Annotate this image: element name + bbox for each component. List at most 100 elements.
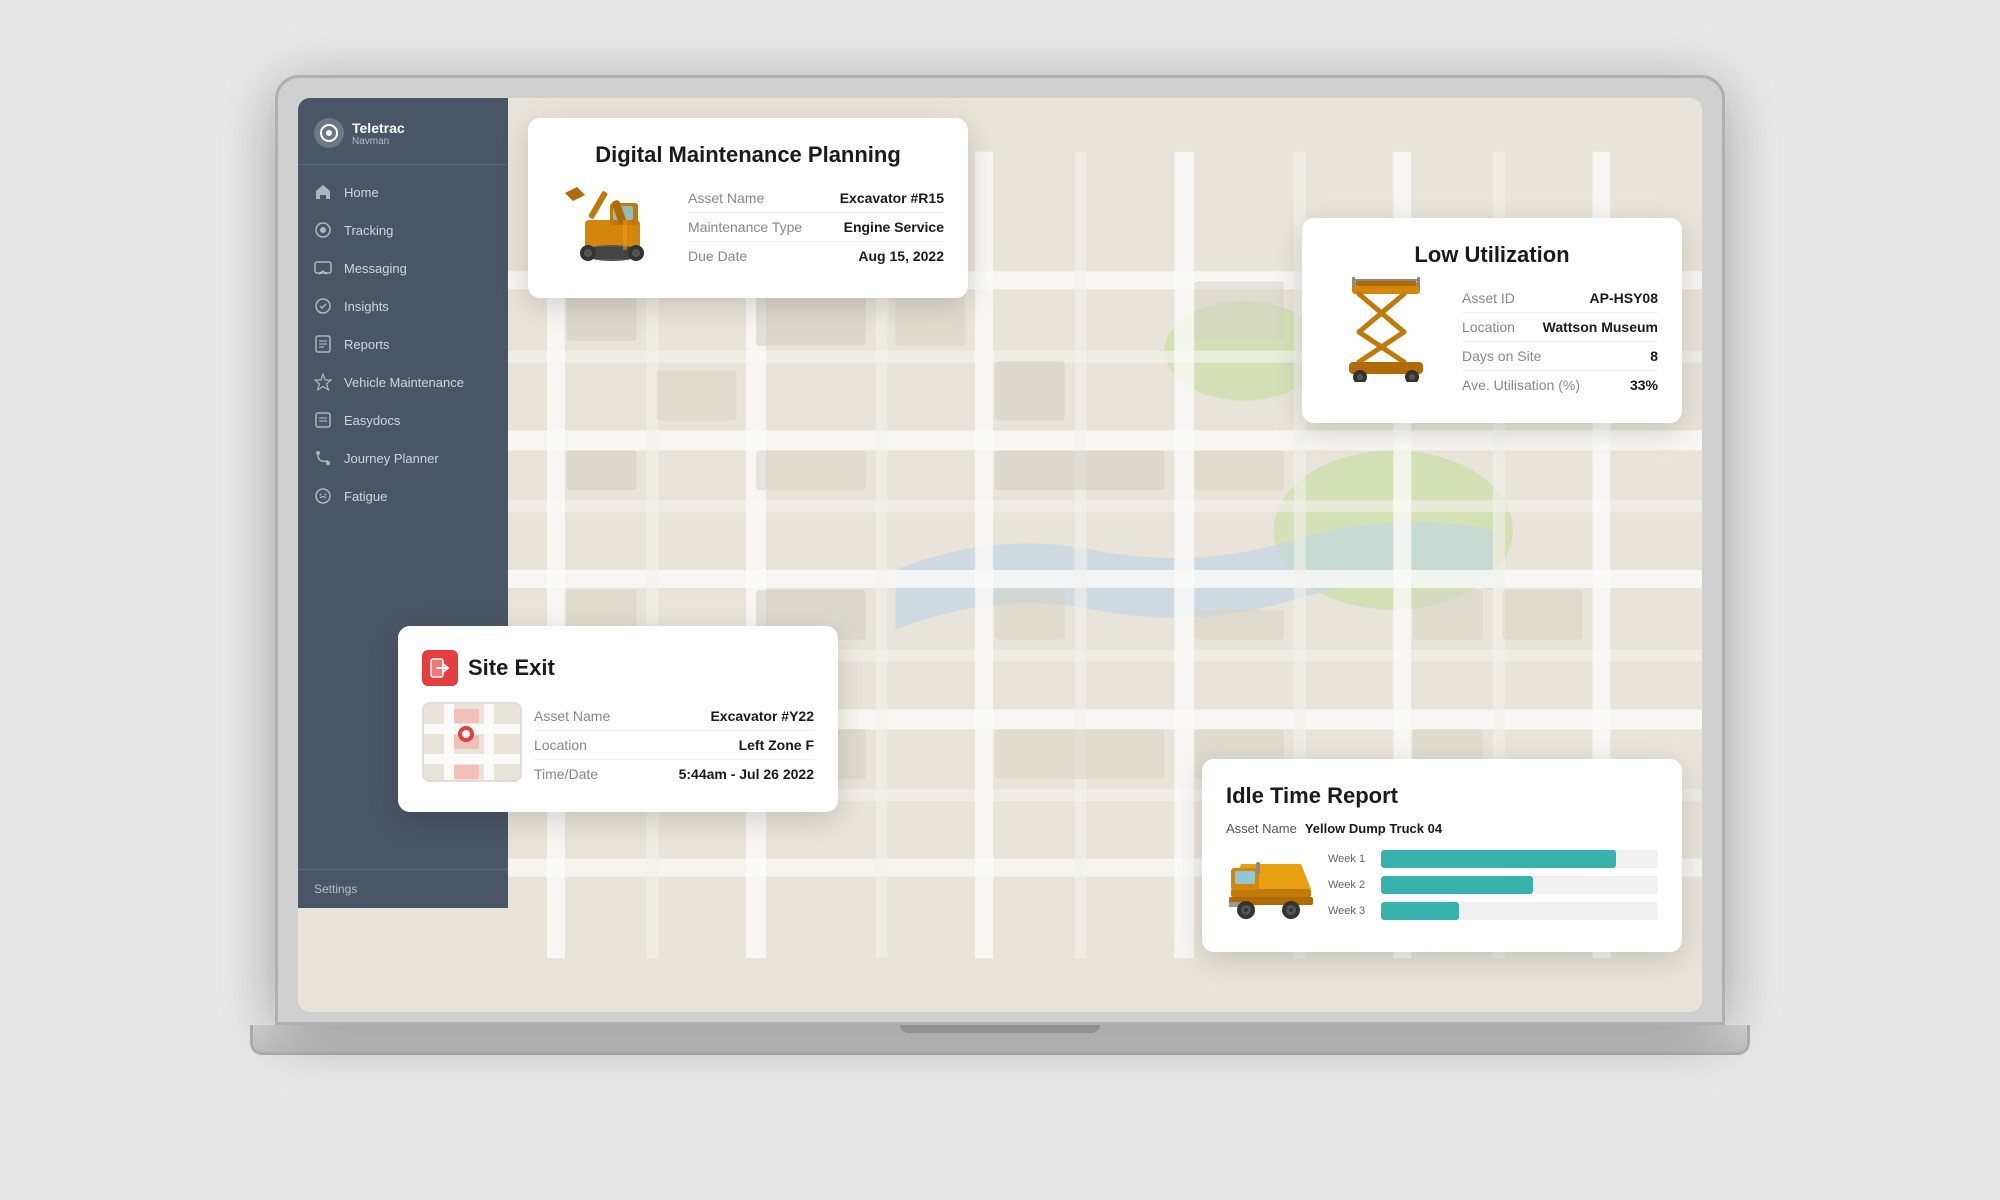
- site-exit-header: Site Exit: [422, 650, 814, 686]
- site-time-row: Time/Date 5:44am - Jul 26 2022: [534, 760, 814, 788]
- nav-vehicle-maintenance[interactable]: Vehicle Maintenance: [298, 363, 508, 401]
- scissor-lift-svg: [1344, 277, 1429, 382]
- laptop-base-notch: [900, 1025, 1100, 1033]
- site-exit-card: Site Exit: [398, 626, 838, 812]
- utilisation-value: 33%: [1630, 377, 1658, 393]
- screen-content: Teletrac Navman Home: [298, 98, 1702, 1012]
- week1-label: Week 1: [1328, 853, 1373, 865]
- asset-name-value: Excavator #R15: [840, 190, 944, 206]
- nav-fatigue[interactable]: Fatigue: [298, 477, 508, 515]
- easydocs-icon: [314, 411, 332, 429]
- nav-easydocs[interactable]: Easydocs: [298, 401, 508, 439]
- due-date-value: Aug 15, 2022: [858, 248, 944, 264]
- asset-name-label: Asset Name: [688, 190, 764, 206]
- week3-bar-fill: [1381, 902, 1459, 920]
- utilisation-label: Ave. Utilisation (%): [1462, 377, 1580, 393]
- nav-fatigue-label: Fatigue: [344, 489, 387, 504]
- site-asset-name-label: Asset Name: [534, 708, 610, 724]
- asset-name-row: Asset Name Excavator #R15: [688, 184, 944, 213]
- idle-bars: Week 1 Week 2: [1328, 850, 1658, 928]
- settings-label: Settings: [314, 882, 357, 896]
- days-row: Days on Site 8: [1462, 342, 1658, 371]
- nav-reports[interactable]: Reports: [298, 325, 508, 363]
- idle-asset-name-value: Yellow Dump Truck 04: [1305, 821, 1442, 836]
- nav-easydocs-label: Easydocs: [344, 413, 400, 428]
- nav-tracking[interactable]: Tracking: [298, 211, 508, 249]
- week1-bar-fill: [1381, 850, 1616, 868]
- site-exit-icon: [422, 650, 458, 686]
- laptop-frame: Teletrac Navman Home: [250, 75, 1750, 1125]
- site-asset-name-value: Excavator #Y22: [710, 708, 814, 724]
- location-label: Location: [1462, 319, 1515, 335]
- logo-secondary: Navman: [352, 136, 405, 147]
- site-exit-mini-map: [422, 702, 522, 782]
- site-exit-details: Asset Name Excavator #Y22 Location Left …: [534, 702, 814, 788]
- excavator-image: [552, 184, 672, 274]
- idle-chart-body: Week 1 Week 2: [1226, 850, 1658, 928]
- bar-row-week3: Week 3: [1328, 902, 1658, 920]
- scissor-lift-image: [1326, 284, 1446, 374]
- days-label: Days on Site: [1462, 348, 1541, 364]
- utilization-card-body: Asset ID AP-HSY08 Location Wattson Museu…: [1326, 284, 1658, 399]
- idle-time-title: Idle Time Report: [1226, 783, 1658, 809]
- nav-journey-planner-label: Journey Planner: [344, 451, 439, 466]
- nav-insights-label: Insights: [344, 299, 389, 314]
- sidebar-logo: Teletrac Navman: [298, 98, 508, 165]
- nav-insights[interactable]: Insights: [298, 287, 508, 325]
- logo-icon: [314, 118, 344, 148]
- maintenance-type-value: Engine Service: [844, 219, 944, 235]
- nav-messaging[interactable]: Messaging: [298, 249, 508, 287]
- maintenance-type-label: Maintenance Type: [688, 219, 802, 235]
- messaging-icon: [314, 259, 332, 277]
- insights-icon: [314, 297, 332, 315]
- logo-primary: Teletrac: [352, 120, 405, 136]
- logo-text: Teletrac Navman: [352, 120, 405, 147]
- dump-truck-svg: [1226, 854, 1316, 919]
- days-value: 8: [1650, 348, 1658, 364]
- nav-journey-planner[interactable]: Journey Planner: [298, 439, 508, 477]
- site-location-row: Location Left Zone F: [534, 731, 814, 760]
- maintenance-type-row: Maintenance Type Engine Service: [688, 213, 944, 242]
- reports-icon: [314, 335, 332, 353]
- week3-label: Week 3: [1328, 905, 1373, 917]
- idle-asset-name-label: Asset Name: [1226, 821, 1297, 836]
- screen-inner: Teletrac Navman Home: [298, 98, 1702, 1012]
- journey-planner-icon: [314, 449, 332, 467]
- utilization-details: Asset ID AP-HSY08 Location Wattson Museu…: [1462, 284, 1658, 399]
- vehicle-maintenance-icon: [314, 373, 332, 391]
- sidebar-settings[interactable]: Settings: [298, 869, 508, 908]
- due-date-label: Due Date: [688, 248, 747, 264]
- excavator-svg: [555, 185, 670, 273]
- bar-row-week2: Week 2: [1328, 876, 1658, 894]
- tracking-icon: [314, 221, 332, 239]
- site-asset-name-row: Asset Name Excavator #Y22: [534, 702, 814, 731]
- maintenance-details: Asset Name Excavator #R15 Maintenance Ty…: [688, 184, 944, 270]
- fatigue-icon: [314, 487, 332, 505]
- utilisation-row: Ave. Utilisation (%) 33%: [1462, 371, 1658, 399]
- bar-row-week1: Week 1: [1328, 850, 1658, 868]
- maintenance-card-title: Digital Maintenance Planning: [552, 142, 944, 168]
- maintenance-card: Digital Maintenance Planning: [528, 118, 968, 298]
- nav-home[interactable]: Home: [298, 173, 508, 211]
- laptop-base: [250, 1025, 1750, 1055]
- nav-messaging-label: Messaging: [344, 261, 407, 276]
- site-time-label: Time/Date: [534, 766, 598, 782]
- nav-vehicle-maintenance-label: Vehicle Maintenance: [344, 375, 464, 390]
- due-date-row: Due Date Aug 15, 2022: [688, 242, 944, 270]
- nav-tracking-label: Tracking: [344, 223, 393, 238]
- utilization-card-title: Low Utilization: [1326, 242, 1658, 268]
- site-time-value: 5:44am - Jul 26 2022: [679, 766, 814, 782]
- nav-reports-label: Reports: [344, 337, 390, 352]
- home-icon: [314, 183, 332, 201]
- week2-bar-bg: [1381, 876, 1658, 894]
- nav-home-label: Home: [344, 185, 379, 200]
- idle-header-row: Asset Name Yellow Dump Truck 04: [1226, 821, 1658, 836]
- site-exit-title: Site Exit: [468, 655, 555, 681]
- week1-bar-bg: [1381, 850, 1658, 868]
- utilization-card: Low Utilization: [1302, 218, 1682, 423]
- site-location-label: Location: [534, 737, 587, 753]
- asset-id-value: AP-HSY08: [1590, 290, 1658, 306]
- asset-id-label: Asset ID: [1462, 290, 1515, 306]
- week2-bar-fill: [1381, 876, 1533, 894]
- location-row: Location Wattson Museum: [1462, 313, 1658, 342]
